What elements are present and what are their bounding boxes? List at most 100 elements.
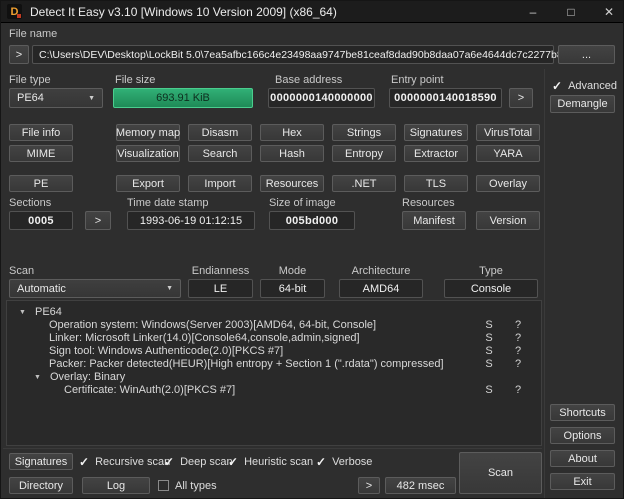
tree-root-label: PE64 [35, 306, 62, 318]
sections-count-field[interactable]: 0005 [9, 211, 73, 230]
check-icon: ✓ [552, 80, 562, 92]
tree-collapse-icon[interactable]: ▼ [34, 374, 41, 381]
time-date-stamp-field[interactable]: 1993-06-19 01:12:15 [127, 211, 255, 230]
info-link[interactable]: ? [510, 319, 526, 331]
recursive-scan-checkbox[interactable]: ✓ Recursive scan [79, 453, 170, 470]
tree-row[interactable]: Sign tool: Windows Authenticode(2.0)[PKC… [7, 345, 541, 358]
info-link[interactable]: ? [510, 332, 526, 344]
endianness-field: LE [188, 279, 253, 298]
options-button[interactable]: Options [550, 427, 615, 444]
search-button[interactable]: Search [188, 145, 252, 162]
overlay-button[interactable]: Overlay [476, 175, 540, 192]
memory-map-button[interactable]: Memory map [116, 124, 180, 141]
signatures-db-button[interactable]: Signatures [9, 453, 73, 470]
open-file-arrow-button[interactable]: > [9, 45, 29, 64]
info-link[interactable]: ? [510, 345, 526, 357]
tree-row[interactable]: Packer: Packer detected(HEUR)[High entro… [7, 358, 541, 371]
hex-button[interactable]: Hex [260, 124, 324, 141]
size-of-image-label: Size of image [269, 197, 336, 209]
chevron-down-icon: ▼ [166, 285, 173, 292]
tree-collapse-icon[interactable]: ▼ [19, 309, 26, 316]
verbose-checkbox[interactable]: ✓ Verbose [316, 453, 372, 470]
tree-row[interactable]: Operation system: Windows(Server 2003)[A… [7, 319, 541, 332]
extractor-button[interactable]: Extractor [404, 145, 468, 162]
base-address-field[interactable]: 0000000140000000 [268, 88, 375, 108]
disasm-button[interactable]: Disasm [188, 124, 252, 141]
tls-button[interactable]: TLS [404, 175, 468, 192]
size-of-image-field[interactable]: 005bd000 [269, 211, 355, 230]
exit-button[interactable]: Exit [550, 473, 615, 490]
verbose-label: Verbose [332, 456, 372, 468]
file-name-label: File name [9, 28, 57, 40]
scan-method-value: Automatic [17, 283, 66, 295]
signatures-button[interactable]: Signatures [404, 124, 468, 141]
manifest-button[interactable]: Manifest [402, 211, 466, 230]
deep-scan-label: Deep scan [180, 456, 233, 468]
export-button[interactable]: Export [116, 175, 180, 192]
file-type-combobox[interactable]: PE64 ▼ [9, 88, 103, 108]
minimize-icon[interactable]: – [514, 1, 552, 22]
chevron-down-icon: ▼ [88, 95, 95, 102]
file-path-input[interactable]: C:\Users\DEV\Desktop\LockBit 5.0\7ea5afb… [32, 45, 554, 64]
check-icon: ✓ [164, 456, 174, 468]
mode-label: Mode [260, 265, 325, 277]
architecture-label: Architecture [339, 265, 423, 277]
file-type-label: File type [9, 74, 51, 86]
window-title: Detect It Easy v3.10 [Windows 10 Version… [30, 5, 337, 19]
scan-button[interactable]: Scan [459, 452, 542, 494]
tree-root-row[interactable]: ▼ PE64 [7, 306, 541, 319]
file-type-value: PE64 [17, 92, 44, 104]
checkbox-empty-icon [158, 480, 169, 491]
scan-method-combobox[interactable]: Automatic ▼ [9, 279, 181, 298]
signature-link[interactable]: S [481, 319, 497, 331]
endianness-label: Endianness [188, 265, 253, 277]
shortcuts-button[interactable]: Shortcuts [550, 404, 615, 421]
entry-point-goto-button[interactable]: > [509, 88, 533, 108]
strings-button[interactable]: Strings [332, 124, 396, 141]
signature-link[interactable]: S [481, 332, 497, 344]
deep-scan-checkbox[interactable]: ✓ Deep scan [164, 453, 233, 470]
detection-text: Packer: Packer detected(HEUR)[High entro… [49, 358, 444, 370]
entropy-button[interactable]: Entropy [332, 145, 396, 162]
file-size-label: File size [115, 74, 155, 86]
pe-button[interactable]: PE [9, 175, 73, 192]
all-types-checkbox[interactable]: All types [158, 477, 217, 494]
signature-link[interactable]: S [481, 358, 497, 370]
visualization-button[interactable]: Visualization [116, 145, 180, 162]
time-date-stamp-label: Time date stamp [127, 197, 209, 209]
tree-row[interactable]: Certificate: WinAuth(2.0)[PKCS #7] S ? [7, 384, 541, 397]
version-button[interactable]: Version [476, 211, 540, 230]
advanced-checkbox[interactable]: ✓ Advanced [552, 77, 617, 94]
footer-divider [3, 448, 542, 449]
type-label: Type [444, 265, 538, 277]
resources-button[interactable]: Resources [260, 175, 324, 192]
log-button[interactable]: Log [82, 477, 150, 494]
about-button[interactable]: About [550, 450, 615, 467]
virustotal-button[interactable]: VirusTotal [476, 124, 540, 141]
overlay-label: Overlay: Binary [50, 371, 125, 383]
mime-button[interactable]: MIME [9, 145, 73, 162]
info-link[interactable]: ? [510, 358, 526, 370]
file-size-button[interactable]: 693.91 KiB [113, 88, 253, 108]
demangle-button[interactable]: Demangle [550, 95, 615, 113]
app-icon: D [7, 4, 22, 19]
close-icon[interactable]: ✕ [590, 1, 624, 22]
tree-overlay-row[interactable]: ▼ Overlay: Binary [7, 371, 541, 384]
info-link[interactable]: ? [510, 384, 526, 396]
maximize-icon[interactable]: □ [552, 1, 590, 22]
tree-row[interactable]: Linker: Microsoft Linker(14.0)[Console64… [7, 332, 541, 345]
import-button[interactable]: Import [188, 175, 252, 192]
dotnet-button[interactable]: .NET [332, 175, 396, 192]
directory-button[interactable]: Directory [9, 477, 73, 494]
file-info-button[interactable]: File info [9, 124, 73, 141]
scan-options-arrow-button[interactable]: > [358, 477, 380, 494]
hash-button[interactable]: Hash [260, 145, 324, 162]
advanced-label: Advanced [568, 80, 617, 92]
browse-button[interactable]: ... [558, 45, 615, 64]
sections-goto-button[interactable]: > [85, 211, 111, 230]
signature-link[interactable]: S [481, 345, 497, 357]
heuristic-scan-checkbox[interactable]: ✓ Heuristic scan [228, 453, 313, 470]
yara-button[interactable]: YARA [476, 145, 540, 162]
signature-link[interactable]: S [481, 384, 497, 396]
entry-point-field[interactable]: 0000000140018590 [389, 88, 502, 108]
